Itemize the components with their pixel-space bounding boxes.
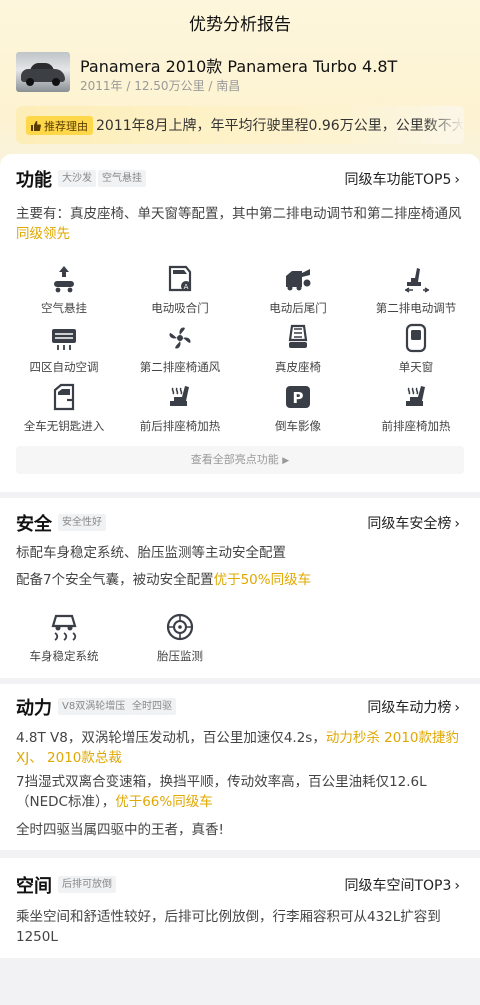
car-name: Panamera 2010款 Panamera Turbo 4.8T [80,57,398,76]
function-desc-highlight: 同级领先 [16,226,70,242]
power-p1-text: 4.8T V8，双涡轮增压发动机，百公里加速仅4.2s， [16,730,326,746]
feature-item[interactable]: 第二排座椅通风 [120,323,240,375]
four-zone-ac-icon [52,329,76,350]
feature-label: 全车无钥匙进入 [23,419,105,433]
feature-item[interactable]: 真皮座椅 [238,323,358,375]
safety-feature-item[interactable]: 车身稳定系统 [4,612,124,664]
recommend-reason-banner: 推荐理由 2011年8月上牌，年平均行驶里程0.96万公里，公里数不大 [16,106,464,144]
thumbs-up-icon [31,120,41,131]
recommend-badge-label: 推荐理由 [44,119,88,133]
power-p1-highlight-2: 、 2010款总裁 [29,750,122,766]
front-seat-heating-icon [406,386,425,406]
feature-item[interactable]: 四区自动空调 [4,323,124,375]
feature-label: 胎压监测 [157,649,203,663]
function-tag: 大沙发 [58,170,96,187]
space-tag: 后排可放倒 [58,876,116,893]
feature-label: 电动后尾门 [269,301,327,315]
power-title: 动力 [16,698,52,719]
power-tailgate-icon [286,269,311,291]
tire-pressure-icon [166,613,194,641]
front-rear-seat-heating-icon [170,386,189,406]
sunroof-icon [405,323,427,353]
safety-line-1: 标配车身稳定系统、胎压监测等主动安全配置 [16,545,286,561]
recommend-badge: 推荐理由 [26,116,93,135]
power-paragraph-2: 7挡湿式双离合变速箱，换挡平顺，传动效率高，百公里油耗仅12.6L（NEDC标准… [16,772,466,812]
power-paragraph-1: 4.8T V8，双涡轮增压发动机，百公里加速仅4.2s，动力秒杀 2010款捷豹… [16,728,466,768]
feature-item[interactable]: 单天窗 [356,323,476,375]
power-ranking-link[interactable]: 同级车动力榜 › [367,697,460,717]
safety-title: 安全 [16,514,52,535]
second-row-ventilation-icon [169,327,191,349]
feature-label: 真皮座椅 [275,360,321,374]
space-description: 乘坐空间和舒适性较好，后排可比例放倒，行李厢容积可从432L扩容到1250L [16,909,441,945]
keyless-entry-icon [53,383,75,411]
space-card: 空间 后排可放倒 同级车空间TOP3 › 乘坐空间和舒适性较好，后排可比例放倒，行… [0,858,480,958]
power-tag: 全时四驱 [128,698,176,715]
feature-label: 车身稳定系统 [29,649,99,663]
feature-label: 倒车影像 [275,419,321,433]
feature-item[interactable]: 空气悬挂 [4,264,124,316]
car-meta: 2011年 / 12.50万公里 / 南昌 [80,79,241,93]
second-row-power-seat-icon [404,268,430,293]
function-description: 主要有：真皮座椅、单天窗等配置，其中第二排电动调节和第二排座椅通风 同级领先 [16,204,466,244]
air-suspension-icon [54,266,74,293]
feature-label: 第二排座椅通风 [139,360,221,374]
feature-item[interactable]: 第二排电动调节 [356,264,476,316]
svg-text:A: A [184,283,189,291]
feature-item[interactable]: 全车无钥匙进入 [4,382,124,434]
page-title: 优势分析报告 [189,15,291,35]
function-tag: 空气悬挂 [98,170,146,187]
svg-text:P: P [293,389,304,407]
feature-label: 前后排座椅加热 [139,419,221,433]
feature-item[interactable]: 电动后尾门 [238,264,358,316]
safety-line-2: 配备7个安全气囊，被动安全配置优于50%同级车 [16,570,466,590]
chevron-right-icon: › [454,878,460,894]
safety-ranking-link[interactable]: 同级车安全榜 › [367,513,460,533]
chevron-right-icon: › [454,172,460,188]
recommend-reason-text: 2011年8月上牌，年平均行驶里程0.96万公里，公里数不大 [96,118,464,134]
safety-link-label: 同级车安全榜 [367,516,452,532]
chevron-right-icon: › [454,700,460,716]
function-title: 功能 [16,170,52,191]
feature-item[interactable]: A 电动吸合门 [120,264,240,316]
safety-line-2-text: 配备7个安全气囊，被动安全配置 [16,572,214,588]
reverse-camera-icon: P [286,386,310,408]
safety-tag: 安全性好 [58,514,106,531]
function-top5-link[interactable]: 同级车功能TOP5 › [344,169,460,189]
space-link-label: 同级车空间TOP3 [344,878,452,894]
safety-feature-item[interactable]: 胎压监测 [120,612,240,664]
feature-item[interactable]: P 倒车影像 [238,382,358,434]
feature-label: 四区自动空调 [29,360,99,374]
feature-item[interactable]: 前排座椅加热 [356,382,476,434]
stability-control-icon [51,614,77,641]
safety-card: 安全 安全性好 同级车安全榜 › 标配车身稳定系统、胎压监测等主动安全配置 配备7… [0,498,480,678]
view-all-features-button[interactable]: 查看全部亮点功能 ▶ [16,446,464,474]
soft-close-door-icon: A [168,265,192,292]
chevron-right-icon: › [454,516,460,532]
feature-label: 单天窗 [398,360,434,374]
feature-label: 空气悬挂 [41,301,87,315]
space-title: 空间 [16,876,52,897]
car-thumbnail [16,52,70,92]
view-all-label: 查看全部亮点功能 [190,453,279,466]
function-desc-text: 主要有：真皮座椅、单天窗等配置，其中第二排电动调节和第二排座椅通风 [16,206,462,222]
power-p2-text: 7挡湿式双离合变速箱，换挡平顺，传动效率高，百公里油耗仅12.6L（NEDC标准… [16,774,427,810]
power-card: 动力 V8双涡轮增压 全时四驱 同级车动力榜 › 4.8T V8，双涡轮增压发动机… [0,684,480,850]
caret-right-icon: ▶ [282,456,290,466]
power-tag: V8双涡轮增压 [58,698,130,715]
feature-label: 第二排电动调节 [375,301,457,315]
space-top3-link[interactable]: 同级车空间TOP3 › [344,875,460,895]
power-p2-highlight: 优于66%同级车 [115,794,213,810]
safety-highlight: 优于50%同级车 [213,572,312,588]
feature-label: 前排座椅加热 [381,419,451,433]
power-link-label: 同级车动力榜 [367,700,452,716]
feature-item[interactable]: 前后排座椅加热 [120,382,240,434]
leather-seat-icon [288,324,308,348]
car-header[interactable]: Panamera 2010款 Panamera Turbo 4.8T 2011年… [16,52,466,96]
feature-label: 电动吸合门 [151,301,209,315]
function-link-label: 同级车功能TOP5 [344,172,452,188]
power-paragraph-3: 全时四驱当属四驱中的王者，真香! [16,822,224,838]
